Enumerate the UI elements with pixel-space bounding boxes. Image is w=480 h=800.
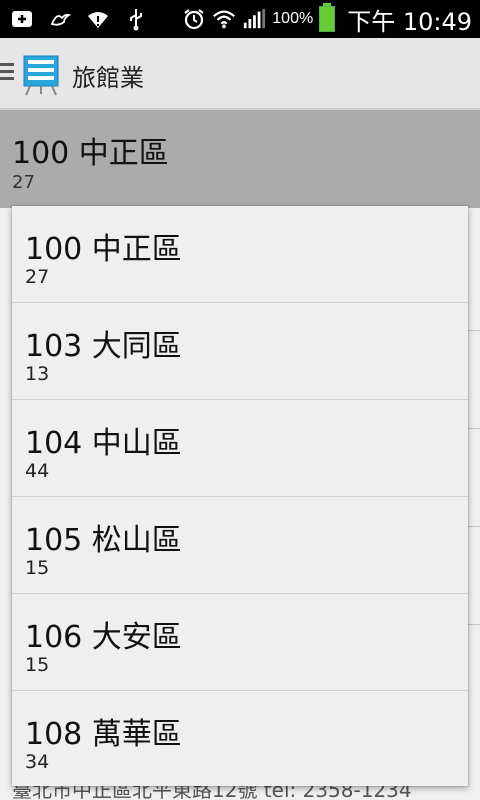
- dropdown-item-name: 104 中山區: [25, 426, 182, 461]
- dropdown-item-count: 13: [25, 363, 50, 385]
- action-bar: 旅館業: [0, 38, 480, 110]
- district-spinner[interactable]: 100 中正區 27: [0, 110, 480, 208]
- list-divider: [468, 428, 480, 429]
- spinner-selected-name: 100 中正區: [12, 136, 169, 171]
- dropdown-item[interactable]: 105 松山區 15: [12, 497, 468, 594]
- alarm-icon: [182, 7, 206, 31]
- dropdown-item-count: 44: [25, 460, 50, 482]
- dropdown-item[interactable]: 106 大安區 15: [12, 594, 468, 691]
- battery-icon: [319, 3, 336, 32]
- dropdown-item-count: 27: [25, 266, 50, 288]
- wifi-alert-icon: [86, 7, 110, 31]
- page-title: 旅館業: [72, 64, 144, 92]
- dropdown-item-count: 34: [25, 751, 50, 773]
- dropdown-item-name: 105 松山區: [25, 523, 182, 558]
- dropdown-item-count: 15: [25, 557, 50, 579]
- dropdown-item[interactable]: 108 萬華區 34: [12, 691, 468, 786]
- dropdown-item[interactable]: 104 中山區 44: [12, 400, 468, 497]
- status-system-icons: 100% 下午 10:49: [182, 0, 472, 38]
- dropdown-item[interactable]: 103 大同區 13: [12, 303, 468, 400]
- battery-percent: 100%: [272, 10, 314, 27]
- list-divider: [468, 526, 480, 527]
- dropdown-item-count: 15: [25, 654, 50, 676]
- dropdown-item-name: 103 大同區: [25, 329, 182, 364]
- usb-icon: [124, 7, 148, 31]
- dropdown-item-name: 100 中正區: [25, 232, 182, 267]
- drawer-menu-icon[interactable]: [0, 63, 14, 83]
- signal-icon: [242, 7, 266, 31]
- bird-icon: [48, 7, 72, 31]
- dropdown-item[interactable]: 100 中正區 27: [12, 206, 468, 303]
- presentation-board-icon[interactable]: [20, 54, 62, 96]
- dropdown-item-name: 106 大安區: [25, 620, 182, 655]
- district-dropdown: 100 中正區 27 103 大同區 13 104 中山區 44 105 松山區…: [12, 206, 468, 786]
- wifi-icon: [212, 7, 236, 31]
- list-divider: [468, 330, 480, 331]
- add-icon: [10, 7, 34, 31]
- dropdown-item-name: 108 萬華區: [25, 717, 182, 752]
- status-bar: 100% 下午 10:49: [0, 0, 480, 38]
- list-divider: [468, 624, 480, 625]
- status-notification-icons: [10, 0, 148, 38]
- spinner-selected-count: 27: [12, 172, 35, 193]
- clock: 下午 10:49: [347, 7, 472, 36]
